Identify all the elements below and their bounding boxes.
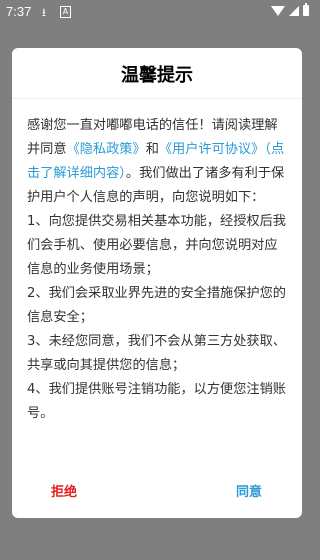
dialog-footer: 拒绝 同意 [12, 478, 302, 508]
privacy-policy-link[interactable]: 《隐私政策》 [67, 142, 146, 157]
status-right-icons [271, 3, 309, 16]
agree-button[interactable]: 同意 [209, 478, 289, 508]
item-3: 3、未经您同意，我们不会从第三方处获取、共享或向其提供您的信息； [27, 334, 286, 373]
wifi-icon [271, 5, 285, 16]
battery-icon [303, 3, 309, 16]
status-bar: 7:37 ⭳ A [0, 0, 315, 24]
privacy-dialog: 温馨提示 感谢您一直对嘟嘟电话的信任！请阅读理解并同意《隐私政策》和《用户许可协… [12, 48, 302, 518]
a-icon: A [60, 6, 71, 18]
reject-button[interactable]: 拒绝 [24, 478, 104, 508]
status-time: 7:37 [6, 4, 32, 19]
and-text: 和 [145, 142, 159, 157]
dialog-title: 温馨提示 [121, 65, 193, 86]
download-icon: ⭳ [42, 6, 46, 19]
user-agreement-link[interactable]: 《用户许可协议》 [159, 142, 265, 157]
dialog-body: 感谢您一直对嘟嘟电话的信任！请阅读理解并同意《隐私政策》和《用户许可协议》（点击… [27, 114, 289, 426]
item-2: 2、我们会采取业界先进的安全措施保护您的信息安全； [27, 286, 286, 325]
item-1: 1、向您提供交易相关基本功能，经授权后我们会手机、使用必要信息，并向您说明对应信… [27, 214, 286, 277]
item-4: 4、我们提供账号注销功能，以方便您注销账号。 [27, 382, 286, 421]
title-divider [12, 98, 302, 99]
signal-icon [289, 5, 299, 16]
